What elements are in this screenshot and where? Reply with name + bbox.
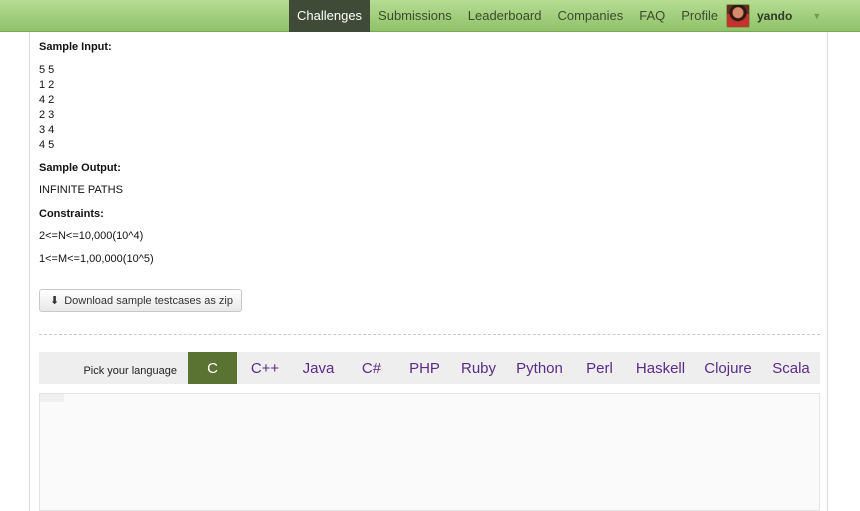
nav-profile[interactable]: Profile [673, 0, 726, 32]
language-picker-label: Pick your language [83, 365, 177, 377]
avatar[interactable] [726, 4, 750, 28]
sample-input-line: 5 5 [39, 64, 55, 76]
code-editor[interactable] [39, 393, 820, 511]
language-picker: Pick your language C C++ Java C# PHP Rub… [39, 352, 820, 384]
lang-tab-python[interactable]: Python [507, 352, 572, 384]
lang-tab-php[interactable]: PHP [399, 352, 450, 384]
sample-input-line: 3 4 [39, 124, 55, 136]
sample-input-line: 4 5 [39, 139, 55, 151]
sample-output-value: INFINITE PATHS [39, 184, 123, 196]
user-menu[interactable]: yando ▼ [726, 0, 821, 32]
constraints-heading: Constraints: [39, 208, 104, 220]
lang-tab-scala[interactable]: Scala [762, 352, 820, 384]
lang-tab-cpp[interactable]: C++ [237, 352, 293, 384]
sample-input-heading: Sample Input: [39, 41, 112, 53]
download-icon: ⬇ [50, 295, 60, 307]
constraint-line: 2<=N<=10,000(10^4) [39, 230, 144, 242]
constraint-line: 1<=M<=1,00,000(10^5) [39, 253, 154, 265]
chevron-down-icon[interactable]: ▼ [812, 11, 821, 21]
username[interactable]: yando [757, 9, 792, 23]
section-divider [39, 334, 820, 335]
top-navbar: Challenges Submissions Leaderboard Compa… [0, 0, 860, 32]
nav-challenges[interactable]: Challenges [289, 0, 371, 32]
nav-faq[interactable]: FAQ [631, 0, 673, 32]
nav-companies[interactable]: Companies [549, 0, 631, 32]
download-button-label: Download sample testcases as zip [64, 294, 233, 307]
lang-tab-csharp[interactable]: C# [344, 352, 399, 384]
lang-tab-ruby[interactable]: Ruby [450, 352, 507, 384]
sample-input-line: 2 3 [39, 109, 55, 121]
sample-output-heading: Sample Output: [39, 162, 121, 174]
nav-leaderboard[interactable]: Leaderboard [460, 0, 550, 32]
editor-gutter [40, 394, 64, 402]
lang-tab-clojure[interactable]: Clojure [694, 352, 762, 384]
main-nav: Challenges Submissions Leaderboard Compa… [289, 0, 726, 32]
sample-input-line: 1 2 [39, 79, 55, 91]
page-container: Sample Input: 5 5 1 2 4 2 2 3 3 4 4 5 Sa… [29, 32, 828, 511]
sample-input-line: 4 2 [39, 94, 55, 106]
lang-tab-c[interactable]: C [188, 352, 237, 384]
lang-tab-java[interactable]: Java [293, 352, 344, 384]
lang-tab-perl[interactable]: Perl [572, 352, 627, 384]
download-testcases-button[interactable]: ⬇ Download sample testcases as zip [39, 289, 242, 312]
lang-tab-haskell[interactable]: Haskell [627, 352, 694, 384]
nav-submissions[interactable]: Submissions [370, 0, 460, 32]
